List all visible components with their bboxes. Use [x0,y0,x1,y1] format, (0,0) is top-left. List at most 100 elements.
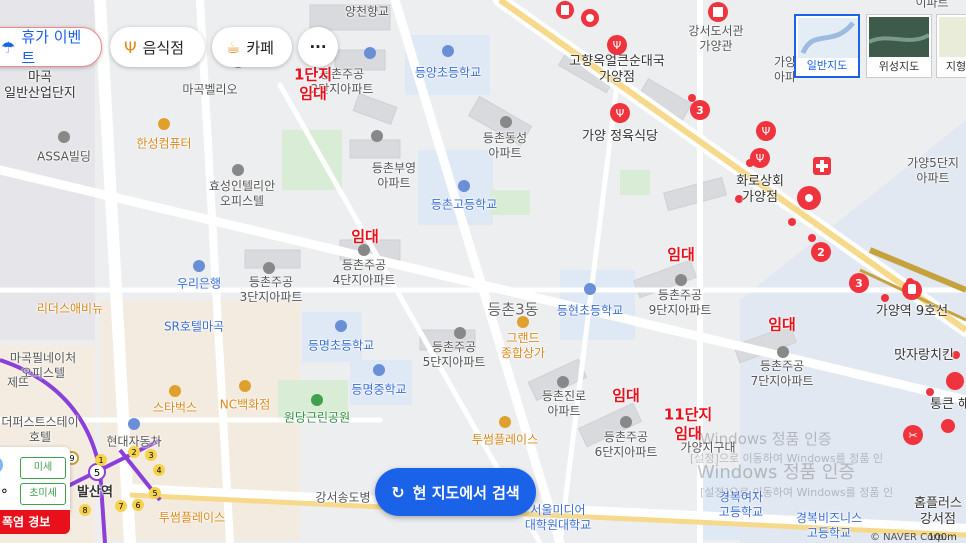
school-pin-icon-6[interactable] [372,363,386,377]
building-pin-icon[interactable] [231,163,245,177]
car-dealer-pin-icon[interactable] [127,417,141,431]
place-yangcheon[interactable]: 양천향교 [345,5,389,20]
place-deungchon-4[interactable]: 등촌주공 4단지아파트 [333,258,396,288]
restaurant-pin-icon-4[interactable]: Ψ [749,147,771,169]
place-gayang-station[interactable]: 가양역 9호선 [876,304,948,320]
apartment-pin-icon-8[interactable] [499,115,513,129]
place-gayang-5[interactable]: 가양5단지 아파트 [907,156,959,186]
school-pin-icon-2[interactable] [441,44,455,58]
place-deunghyun-school[interactable]: 등현초등학교 [557,304,623,319]
apartment-pin-icon-6[interactable] [556,375,570,389]
school-pin-icon-4[interactable] [583,282,597,296]
place-deungmyeong-middle[interactable]: 등명중학교 [351,383,406,398]
layer-normal-map[interactable]: 일반지도 [794,14,860,78]
place-deungchon-3[interactable]: 등촌주공 3단지아파트 [240,275,303,305]
svg-text:8: 8 [82,506,87,515]
place-gangseo-songdo[interactable]: 강서송도병 [315,491,370,506]
mall-pin-icon[interactable] [516,315,530,329]
place-deungyang-school[interactable]: 등양초등학교 [415,66,481,81]
search-current-map-button[interactable]: ↻ 현 지도에서 검색 [375,468,536,516]
place-deungchon-buyoung[interactable]: 등촌부영 아파트 [372,161,416,191]
department-pin-icon[interactable] [238,379,252,393]
selected-pin-icon[interactable] [796,185,822,211]
place-hotel-cut[interactable]: 더퍼스트스테이 호텔 [1,415,78,445]
hospital-pin-icon[interactable] [812,156,832,176]
place-deungchon-jinro[interactable]: 등촌진로 아파트 [542,389,586,419]
place-gangseo-library[interactable]: 강서도서관 가양관 [688,24,743,54]
place-gyeongbok-biz[interactable]: 경복비즈니스 고등학교 [796,511,862,541]
place-matjarang[interactable]: 맛자랑치킨 [894,348,954,364]
apartment-pin-icon-9[interactable] [370,129,384,143]
place-deungchon-9[interactable]: 등촌주공 9단지아파트 [649,288,712,318]
more-chip[interactable]: ··· [298,27,338,67]
place-deungchon-high[interactable]: 등촌고등학교 [431,198,497,213]
school-pin-icon-3[interactable] [457,179,471,193]
place-hyosung[interactable]: 효성인텔리안 오피스텔 [209,179,275,209]
school-pin-icon[interactable] [363,46,377,60]
restaurant-pin-icon-5[interactable] [945,371,965,391]
place-hansung[interactable]: 한성컴퓨터 [136,137,191,152]
place-starbucks[interactable]: 스타벅스 [153,401,197,416]
place-tousom-1[interactable]: 투썸플레이스 [472,433,538,448]
weather-widget[interactable]: 1° 미세 초미세 [0,447,70,515]
place-balsan-station[interactable]: 발산역 [77,485,113,501]
cafe-pin-icon-3[interactable] [498,415,512,429]
place-deungchon-5[interactable]: 등촌주공 5단지아파트 [423,340,486,370]
place-seoul-media[interactable]: 서울미디어 대학원대학교 [525,503,591,533]
restaurant-pin-icon[interactable]: Ψ [606,34,628,56]
layer-terrain-map[interactable]: 지형 [936,14,966,78]
place-magok-industrial[interactable]: 마곡 일반산업단지 [4,70,76,103]
subway-station-icon[interactable] [901,279,923,301]
place-deungchon-dongsung[interactable]: 등촌동성 아파트 [483,131,527,161]
vacation-event-chip[interactable]: ☂ 휴가 이벤트 [0,27,102,67]
place-gayang-meat[interactable]: 가양 정육식당 [582,129,658,145]
place-assa[interactable]: ASSA빌딩 [37,150,91,165]
shop-pin-icon-2[interactable] [157,117,171,131]
cafe-chip[interactable]: ☕ 카페 [212,27,292,67]
apartment-pin-icon-5[interactable] [776,345,790,359]
bank-pin-icon[interactable] [192,259,206,273]
library-pin-icon[interactable] [707,1,729,23]
park-pin-icon[interactable] [310,393,324,407]
heat-alert-banner[interactable]: 폭염 경보 [0,510,70,534]
place-deungmyeong-elem[interactable]: 등명초등학교 [308,339,374,354]
place-sr-hotel[interactable]: SR호텔마곡 [164,320,224,335]
temperature: 1° [0,487,8,503]
cafe-pin-icon-2[interactable] [168,384,182,398]
poi-dot-icon[interactable] [940,418,956,434]
cafe-pin-icon[interactable] [580,8,600,28]
restaurant-pin-icon-2[interactable]: Ψ [609,102,631,124]
place-grand-mall[interactable]: 그랜드 종합상가 [501,331,545,361]
place-liders[interactable]: 리더스애비뉴 [37,302,103,317]
place-deungchon-7[interactable]: 등촌주공 7단지아파트 [751,359,814,389]
place-gayang-apt[interactable]: 가양 아파 [774,55,796,85]
scissors-pin-icon[interactable]: ✂ [902,424,924,446]
layer-satellite-map[interactable]: 위성지도 [866,14,932,78]
apartment-pin-icon-3[interactable] [453,326,467,340]
place-homeplus[interactable]: 홈플러스 강서점 [914,496,962,529]
apartment-pin-icon-7[interactable] [619,415,633,429]
apartment-pin-icon-4[interactable] [674,273,688,287]
place-gohyang[interactable]: 고향옥얼큰순대국 가양점 [569,54,665,87]
cluster-pin-icon-3a[interactable]: 3 [689,99,711,121]
place-wondang-park[interactable]: 원당근린공원 [284,411,350,426]
school-pin-icon-5[interactable] [334,319,348,333]
building-pin-icon-3[interactable] [57,130,71,144]
place-tongeun[interactable]: 통큰 해 [930,397,966,413]
place-deungchon-6[interactable]: 등촌주공 6단지아파트 [595,430,658,460]
restaurant-pin-icon-3[interactable]: Ψ [755,120,777,142]
place-tousom-2[interactable]: 투썸플레이스 [159,511,225,526]
place-hwaro[interactable]: 화로상회 가양점 [736,174,784,207]
map-canvas[interactable]: 양천향교 마곡 일반산업단지 마곡벨리오 등촌주공 2단지아파트 등양초등학교 … [0,0,966,543]
beach-umbrella-icon: ☂ [1,37,16,57]
apartment-pin-icon-2[interactable] [357,243,371,257]
place-woori-bank[interactable]: 우리은행 [177,277,221,292]
place-nc-department[interactable]: NC백화점 [220,398,270,413]
cluster-pin-icon-3b[interactable]: 3 [848,272,870,294]
apartment-pin-icon[interactable] [262,261,276,275]
place-magok-villa[interactable]: 마곡벨리오 [182,83,237,98]
shop-pin-icon[interactable] [555,0,575,20]
restaurant-chip[interactable]: Ψ 음식점 [110,27,205,67]
cluster-pin-icon-2[interactable]: 2 [810,241,832,263]
svg-text:✂: ✂ [908,429,917,442]
